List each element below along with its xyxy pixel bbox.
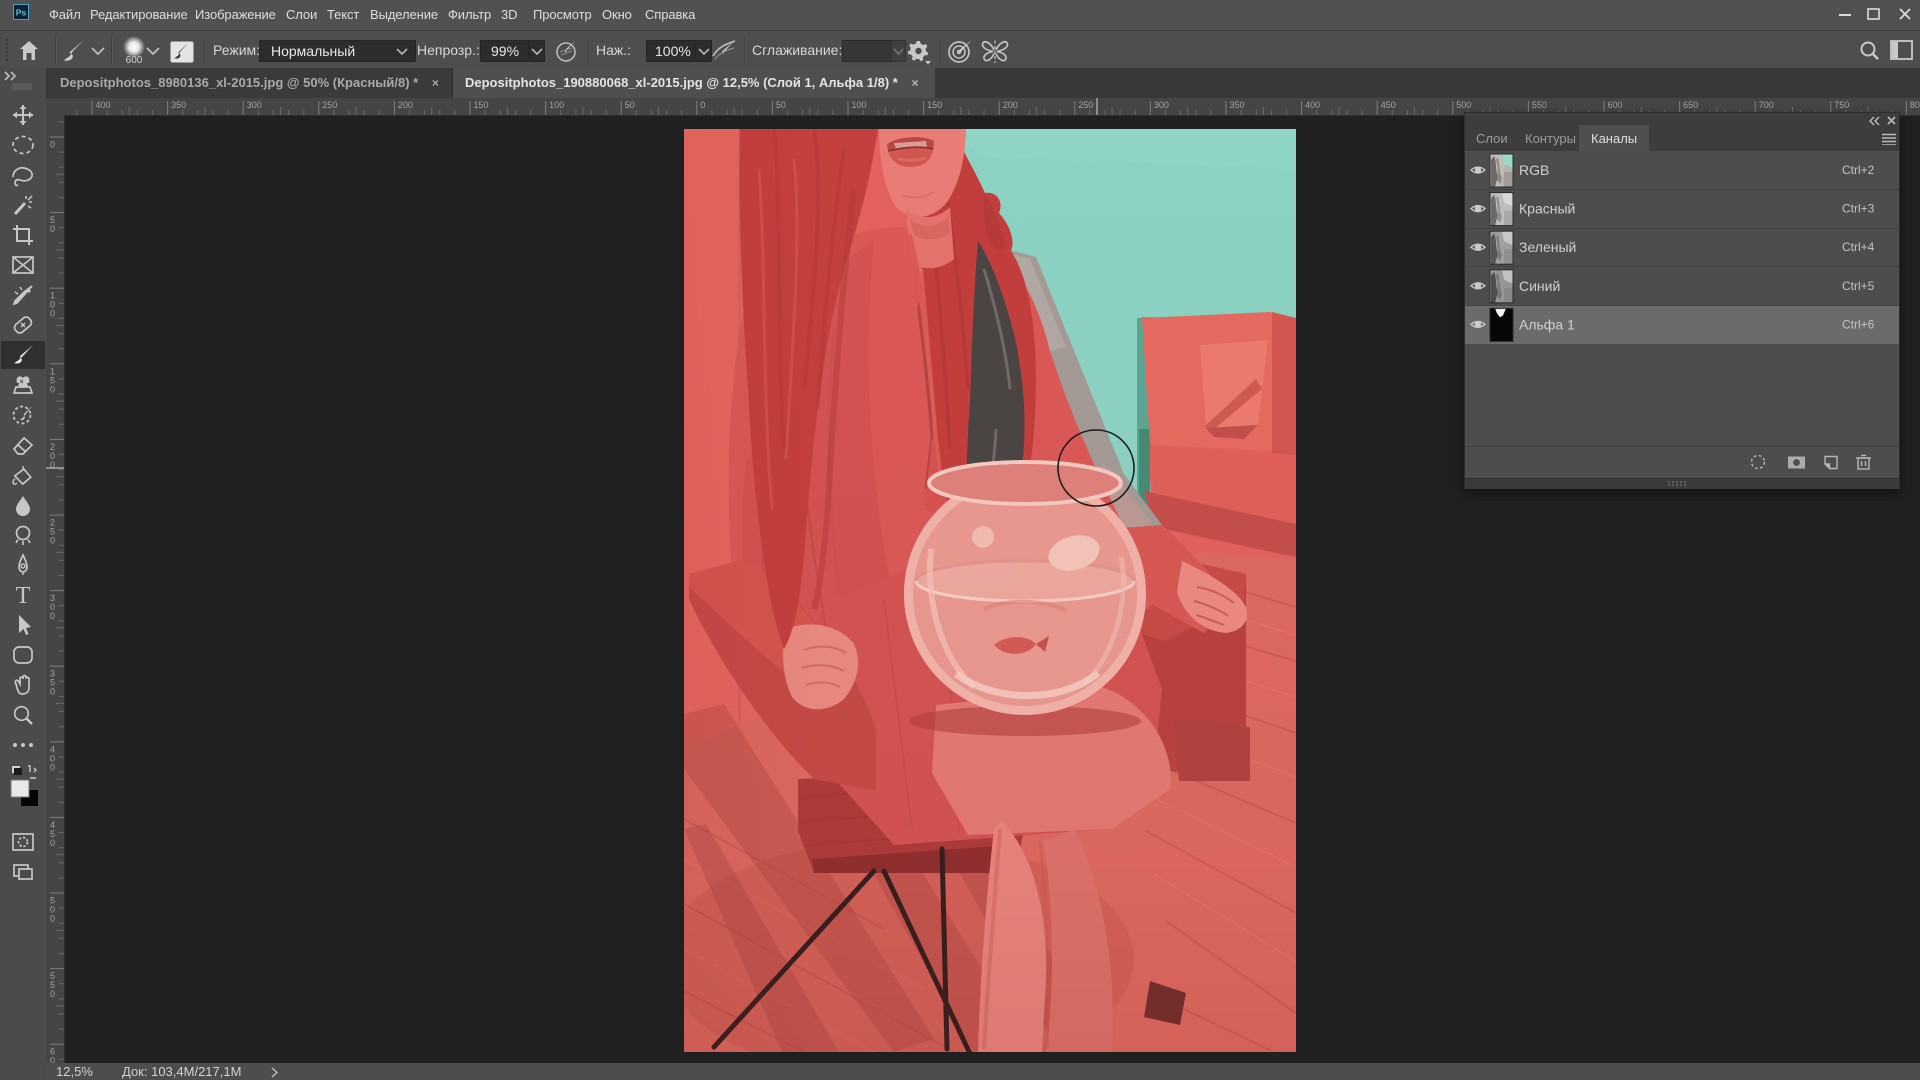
svg-text:Синий: Синий [1519,278,1560,294]
svg-text:350: 350 [1230,100,1245,110]
svg-text:500: 500 [1456,100,1471,110]
svg-text:650: 650 [1683,100,1698,110]
svg-text:0: 0 [50,989,55,999]
svg-text:300: 300 [1154,100,1169,110]
svg-text:Ctrl+6: Ctrl+6 [1842,317,1875,331]
svg-text:750: 750 [1834,100,1849,110]
svg-text:400: 400 [1305,100,1320,110]
svg-text:150: 150 [474,100,489,110]
svg-text:450: 450 [1381,100,1396,110]
svg-text:250: 250 [322,100,337,110]
svg-text:0: 0 [700,100,705,110]
svg-text:50: 50 [776,100,786,110]
svg-text:150: 150 [927,100,942,110]
svg-text:Ctrl+5: Ctrl+5 [1842,279,1875,293]
svg-text:0: 0 [50,838,55,848]
svg-text:Зеленый: Зеленый [1519,239,1576,255]
svg-text:0: 0 [50,309,55,319]
svg-text:400: 400 [96,100,111,110]
svg-text:600: 600 [1608,100,1623,110]
svg-text:RGB: RGB [1519,162,1549,178]
svg-text:0: 0 [50,384,55,394]
svg-text:550: 550 [1532,100,1547,110]
svg-text:250: 250 [1078,100,1093,110]
svg-text:0: 0 [50,224,55,234]
svg-text:350: 350 [171,100,186,110]
svg-text:0: 0 [50,140,55,150]
svg-text:50: 50 [625,100,635,110]
svg-text:0: 0 [50,914,55,924]
svg-text:0: 0 [50,536,55,546]
svg-text:T: T [16,583,31,609]
svg-text:Ctrl+2: Ctrl+2 [1842,163,1875,177]
svg-text:Ps: Ps [16,8,27,18]
svg-text:0: 0 [50,1056,55,1063]
svg-text:Ctrl+3: Ctrl+3 [1842,202,1875,216]
svg-text:0: 0 [50,611,55,621]
svg-text:800: 800 [1910,100,1920,110]
svg-text:Ctrl+4: Ctrl+4 [1842,240,1875,254]
svg-text:×: × [20,379,24,386]
svg-text:Альфа 1: Альфа 1 [1519,316,1575,332]
svg-text:0: 0 [50,687,55,697]
svg-text:Красный: Красный [1519,201,1575,217]
svg-text:0: 0 [50,762,55,772]
svg-text:100: 100 [549,100,564,110]
svg-text:300: 300 [247,100,262,110]
svg-text:200: 200 [1003,100,1018,110]
svg-text:200: 200 [398,100,413,110]
svg-text:700: 700 [1759,100,1774,110]
svg-text:100: 100 [852,100,867,110]
